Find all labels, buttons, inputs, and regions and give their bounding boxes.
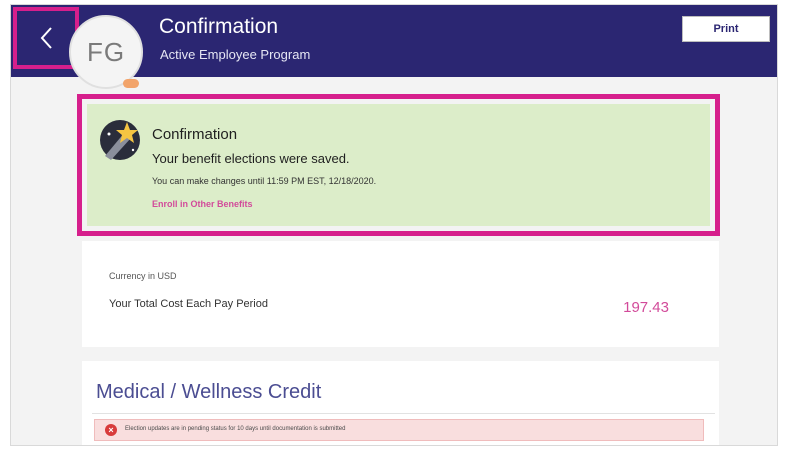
page-title: Confirmation [159,15,279,38]
avatar: FG [69,15,143,89]
avatar-initials: FG [86,36,126,67]
error-icon: × [105,424,117,436]
confirmation-title: Confirmation [152,126,238,143]
enroll-other-benefits-link[interactable]: Enroll in Other Benefits [152,199,253,209]
confirmation-message: Your benefit elections were saved. [152,151,350,166]
medical-wellness-card: Medical / Wellness Credit × Election upd… [82,361,719,445]
chevron-left-icon [40,27,52,49]
total-cost-label: Your Total Cost Each Pay Period [109,298,268,310]
change-deadline-text: You can make changes until 11:59 PM EST,… [152,176,377,186]
medical-section-title: Medical / Wellness Credit [96,381,322,403]
divider [92,413,715,414]
total-cost-value: 197.43 [623,299,669,316]
cost-summary-card: Currency in USD Your Total Cost Each Pay… [82,241,719,347]
print-button[interactable]: Print [682,16,770,42]
star-icon [100,120,140,160]
confirmation-highlight: Confirmation Your benefit elections were… [77,94,720,236]
alert-text: Election updates are in pending status f… [125,426,346,432]
pending-status-alert: × Election updates are in pending status… [94,419,704,441]
confirmation-card: Confirmation Your benefit elections were… [87,104,710,226]
app-window: FG Confirmation Active Employee Program … [10,4,778,446]
page-subtitle: Active Employee Program [160,47,311,62]
currency-label: Currency in USD [109,271,177,281]
avatar-status-badge [123,79,139,88]
header-bar: FG Confirmation Active Employee Program … [11,5,777,89]
